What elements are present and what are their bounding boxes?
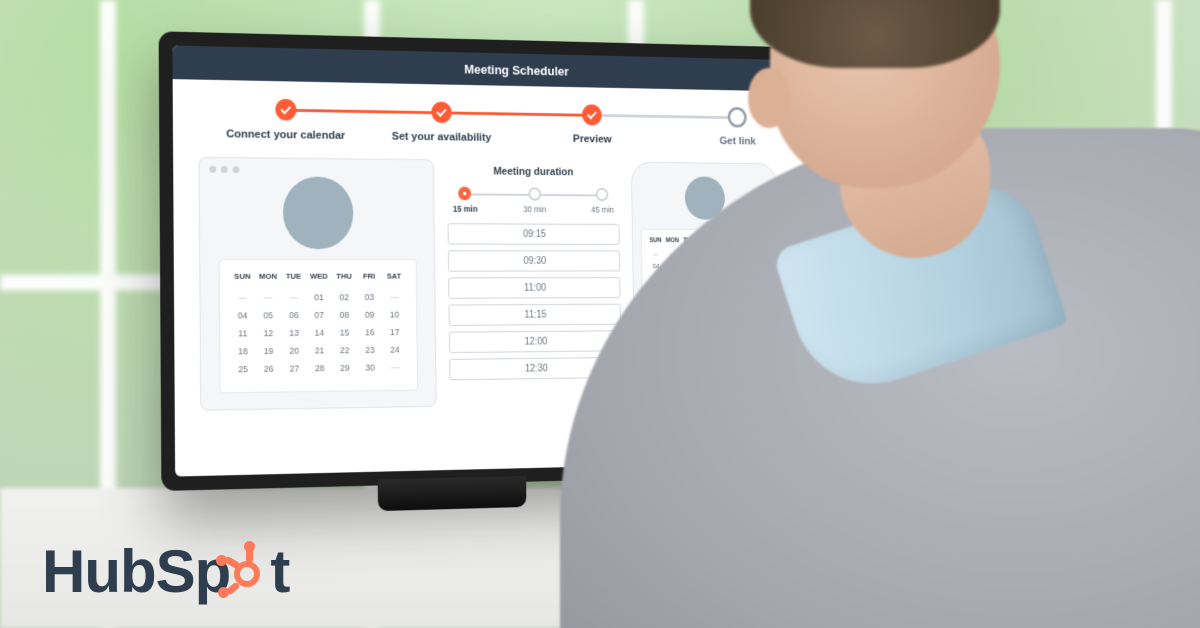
calendar-day[interactable]: 19: [256, 342, 282, 360]
step-connect-calendar[interactable]: Connect your calendar: [206, 98, 365, 144]
duration-option-30[interactable]: 30 min: [523, 188, 546, 215]
step-set-availability[interactable]: Set your availability: [364, 100, 518, 145]
calendar-widget[interactable]: SUN MON TUE WED THU FRI SAT ———010203—04…: [219, 259, 418, 393]
day-header: FRI: [357, 272, 382, 289]
day-header: THU: [331, 272, 356, 289]
calendar-day[interactable]: 26: [256, 360, 282, 378]
calendar-day[interactable]: —: [382, 359, 407, 377]
calendar-day-headers: SUN MON TUE WED THU FRI SAT: [229, 272, 406, 289]
duration-label: 15 min: [453, 204, 478, 214]
calendar-day[interactable]: 06: [281, 307, 307, 325]
day-header: WED: [306, 272, 331, 289]
calendar-day[interactable]: —: [255, 289, 281, 307]
calendar-day[interactable]: 10: [382, 306, 407, 324]
calendar-day[interactable]: 30: [357, 359, 382, 377]
avatar: [283, 177, 354, 250]
app-title: Meeting Scheduler: [464, 61, 569, 78]
step-label: Set your availability: [365, 129, 518, 145]
marketing-scene: Meeting Scheduler Connect your calendar …: [0, 0, 1200, 628]
calendar-day[interactable]: 16: [357, 324, 382, 342]
calendar-day[interactable]: 07: [306, 306, 331, 324]
calendar-day[interactable]: 03: [357, 289, 382, 307]
duration-label: 30 min: [523, 205, 546, 215]
desktop-preview: SUN MON TUE WED THU FRI SAT ———010203—04…: [199, 157, 437, 411]
day-header: SAT: [382, 272, 407, 289]
calendar-day[interactable]: 28: [307, 360, 332, 378]
day-header: SUN: [229, 272, 255, 289]
step-label: Connect your calendar: [206, 127, 365, 143]
calendar-day[interactable]: 18: [230, 343, 256, 361]
person-silhouette: [560, 0, 1200, 628]
day-header: MON: [255, 272, 281, 289]
calendar-day[interactable]: 14: [307, 324, 332, 342]
calendar-day[interactable]: 13: [281, 324, 307, 342]
calendar-day[interactable]: 29: [332, 359, 357, 377]
calendar-day[interactable]: 27: [281, 360, 307, 378]
calendar-day[interactable]: 02: [332, 289, 357, 307]
calendar-day[interactable]: 09: [357, 306, 382, 324]
calendar-day[interactable]: 01: [306, 289, 331, 307]
window-controls-icon: [209, 166, 239, 173]
radio-icon: [528, 188, 541, 201]
radio-icon: [459, 187, 472, 201]
sprocket-icon: [226, 549, 272, 595]
calendar-day[interactable]: 05: [255, 307, 281, 325]
calendar-day[interactable]: 08: [332, 306, 357, 324]
calendar-day[interactable]: 17: [382, 324, 407, 342]
calendar-day[interactable]: 20: [281, 342, 307, 360]
monitor-chin: [378, 476, 527, 511]
calendar-day[interactable]: 11: [230, 325, 256, 343]
check-icon: [431, 102, 452, 124]
calendar-day[interactable]: 24: [382, 341, 407, 359]
calendar-day[interactable]: 15: [332, 324, 357, 342]
day-header: TUE: [281, 272, 307, 289]
hubspot-logo: HubSp t: [42, 537, 289, 606]
calendar-grid: ———010203—040506070809101112131415161718…: [230, 289, 408, 379]
calendar-day[interactable]: 23: [357, 341, 382, 359]
calendar-day[interactable]: —: [281, 289, 307, 307]
calendar-day[interactable]: 12: [256, 325, 282, 343]
duration-option-15[interactable]: 15 min: [453, 187, 478, 214]
check-icon: [275, 99, 296, 121]
calendar-day[interactable]: —: [382, 289, 407, 307]
calendar-day[interactable]: 04: [230, 307, 256, 325]
calendar-day[interactable]: —: [230, 289, 256, 307]
logo-text-part1: HubSp: [42, 537, 230, 606]
calendar-day[interactable]: 22: [332, 342, 357, 360]
calendar-day[interactable]: 25: [230, 360, 256, 378]
logo-text-part2: t: [270, 537, 289, 606]
calendar-day[interactable]: 21: [307, 342, 332, 360]
